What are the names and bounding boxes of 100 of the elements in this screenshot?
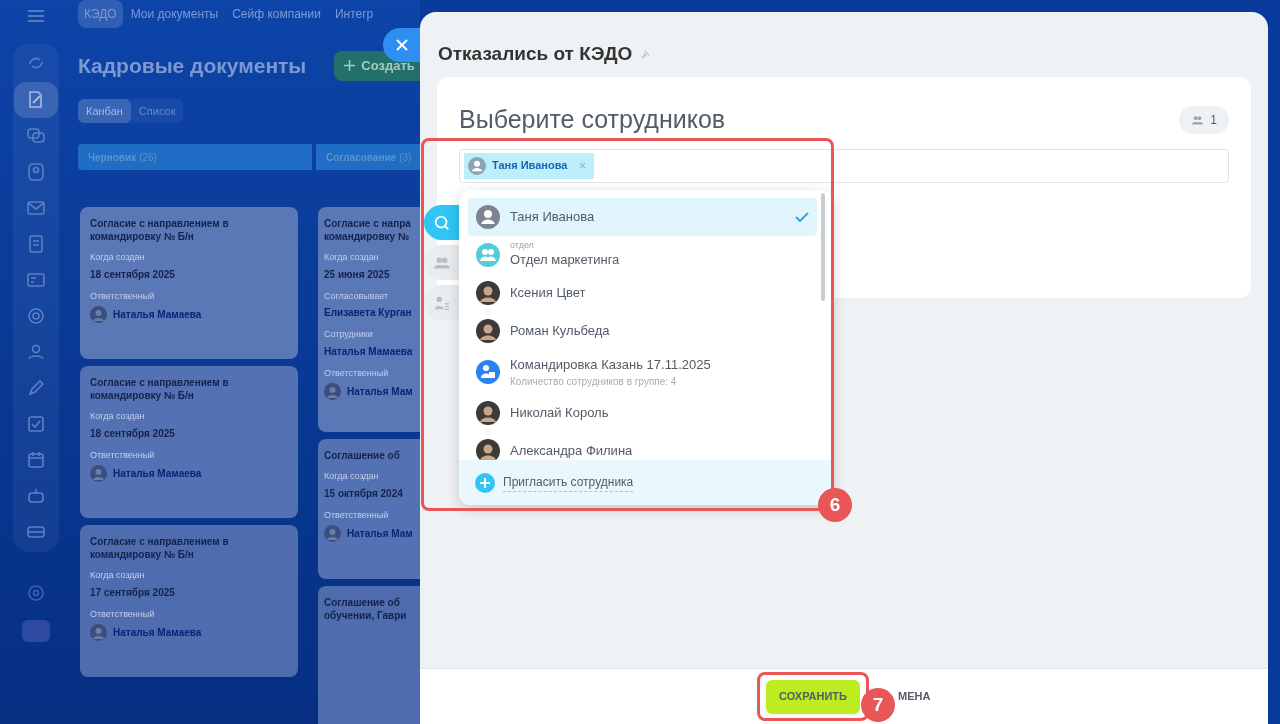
save-button[interactable]: СОХРАНИТЬ [766,679,860,714]
item-name: Роман Кульбеда [510,322,611,341]
nav-tab[interactable]: Мои документы [124,0,225,28]
document-card[interactable]: Согласие с направлением в командировку № Б/н Когда создан 18 сентября 2025 Ответственный Наталья Мамаева [80,366,298,518]
item-name: Александра Филина [510,442,634,460]
selected-tag[interactable]: Таня Иванова [464,152,595,179]
avatar [90,306,107,323]
field-value: 25 июня 2025 [324,267,391,282]
field-label: Когда создан [90,569,146,582]
counter-badge[interactable]: 1 [1179,105,1229,134]
field-value: 15 октября 2024 [324,486,404,501]
field-label: Когда создан [324,470,380,483]
view-tab[interactable]: Канбан [78,98,131,123]
card-title: Соглашение об [324,596,401,609]
item-name: Ксения Цвет [510,284,587,303]
person-link[interactable]: Наталья Мамаева [324,343,420,359]
avatar [324,383,341,400]
document-card[interactable]: Согласие с направлением в командировку № Б/н Когда создан 17 сентября 2025 Ответственный Наталья Мамаева [80,525,298,677]
document-card[interactable]: Соглашение об обучении, Гаври [318,586,420,724]
nav-tab[interactable]: КЭДО [78,0,123,28]
dropdown-item[interactable]: Николай Король [468,394,817,432]
card-title: обучении, Гаври [324,609,408,622]
avatar [476,205,500,229]
avatar [468,156,486,175]
plus-icon [475,472,495,493]
page-title: Кадровые документы [78,53,307,79]
item-name: Командировка Казань 17.11.2025 [510,355,712,374]
field-label: Согласовывает [324,289,390,303]
field-label: Ответственный [90,448,156,462]
panel-title: Отказались от КЭДО [438,41,633,66]
person-link[interactable]: Наталья Мам [347,384,413,399]
item-caption: отдел [510,240,535,251]
app-button[interactable] [22,620,50,642]
field-label: Когда создан [324,251,380,264]
item-subtitle: Количество сотрудников в группе: 4 [510,375,678,390]
group-icon [476,360,500,384]
counter-value: 1 [1210,111,1217,129]
field-label: Когда создан [90,410,146,423]
field-label: Когда создан [90,251,146,264]
target-icon [25,305,47,327]
dropdown-item[interactable]: Роман Кульбеда [468,312,817,350]
card-title: командировку № [324,230,411,243]
field-value: 17 сентября 2025 [90,585,176,600]
tag-label: Таня Иванова [492,158,568,174]
card-title: Согласие с напра [324,217,412,230]
person-link[interactable]: Наталья Мам [347,526,413,541]
field-label: Ответственный [90,607,156,621]
document-card[interactable]: Согласие с направлением в командировку № Б/н Когда создан 18 сентября 2025 Ответственный Наталья Мамаева [80,207,298,359]
person-link[interactable]: Наталья Мамаева [113,307,202,322]
check-icon [795,212,809,222]
card-title: командировку № Б/н [90,230,195,243]
person-link[interactable]: Елизавета Курган [324,305,420,320]
column-count: (26) [139,150,157,165]
avatar [90,465,107,482]
column-count: (3) [399,150,412,165]
item-name: Отдел маркетинга [510,251,621,270]
menu-icon[interactable] [28,10,44,22]
nav-tab[interactable]: Сейф компании [226,0,327,28]
column-title: Черновик [88,150,137,165]
settings-icon[interactable] [25,582,47,604]
remove-icon[interactable] [579,162,587,169]
close-icon [395,39,408,51]
item-name: Николай Король [510,404,610,423]
plus-icon [344,60,356,72]
dropdown-item[interactable]: Командировка Казань 17.11.2025 Количество сотрудников в группе: 4 [468,350,817,394]
checkbox-icon [25,413,47,435]
cancel-button[interactable]: МЕНА [896,679,933,714]
card-title: командировку № Б/н [90,548,195,561]
field-label: Ответственный [324,508,390,522]
dropdown-item[interactable]: отдел Отдел маркетинга [468,236,817,274]
field-value: 18 сентября 2025 [90,267,176,282]
employee-selector-field[interactable]: Таня Иванова [459,148,1229,183]
card-title: Согласие с направлением в [90,217,230,230]
contact-icon [25,161,47,183]
document-card[interactable]: Соглашение об Когда создан 15 октября 2024 Ответственный Наталья Мам [318,439,420,579]
sidebar-item[interactable] [14,82,58,118]
avatar [476,319,500,343]
pin-icon[interactable] [640,48,652,60]
close-button[interactable] [383,28,420,62]
card-title: Соглашение об [324,449,401,462]
nav-tab[interactable]: Интегр [328,0,380,28]
field-label: Ответственный [90,289,156,303]
column-title: Согласование [326,150,397,165]
field-label: Сотрудники [324,328,374,341]
document-card[interactable]: Согласие с напра командировку № Когда создан 25 июня 2025 Согласовывает Елизавета Курган Сотрудники Наталья Мамаева Ответственный Наталья Мам [318,207,420,432]
dropdown-item[interactable]: Таня Иванова [468,198,817,236]
avatar [90,624,107,641]
card-title: Согласие с направлением в [90,376,230,389]
search-icon [433,213,451,232]
person-link[interactable]: Наталья Мамаева [113,466,202,481]
avatar [476,401,500,425]
dropdown-item[interactable]: Ксения Цвет [468,274,817,312]
card-title: командировку № Б/н [90,389,195,402]
department-icon [476,243,500,267]
field-value: 18 сентября 2025 [90,426,176,441]
item-name: Таня Иванова [510,208,596,227]
card-title: Согласие с направлением в [90,535,230,548]
scrollbar[interactable] [821,193,825,301]
view-tab[interactable]: Список [130,98,184,123]
person-link[interactable]: Наталья Мамаева [113,625,202,640]
